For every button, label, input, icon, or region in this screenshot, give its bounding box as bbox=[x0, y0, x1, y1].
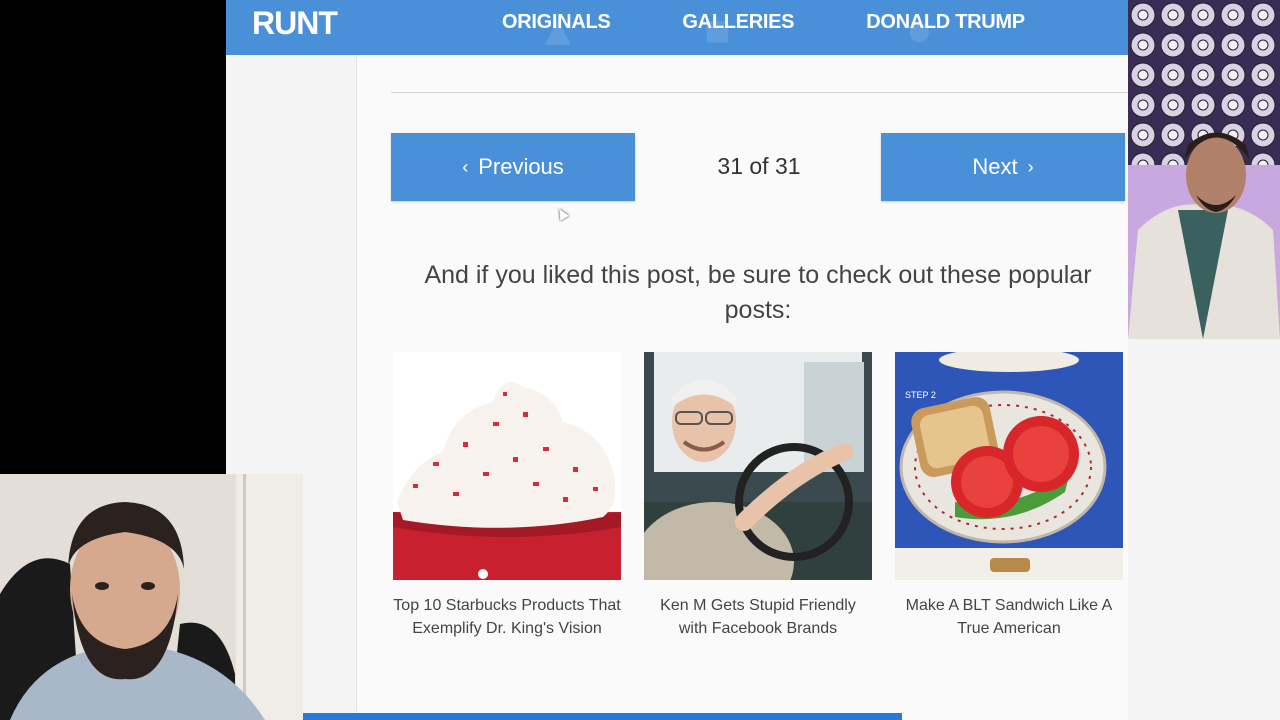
page-right-margin bbox=[1128, 339, 1280, 720]
popular-posts-heading: And if you liked this post, be sure to c… bbox=[424, 261, 1092, 324]
chevron-right-icon: › bbox=[1027, 156, 1034, 177]
starbucks-drink-image bbox=[393, 352, 621, 580]
mouse-cursor-icon bbox=[554, 206, 570, 221]
webcam-person-icon bbox=[1128, 0, 1280, 339]
webcam-person-icon bbox=[0, 474, 303, 720]
popular-post-card[interactable]: Ken M Gets Stupid Friendly with Facebook… bbox=[644, 352, 872, 640]
next-button-label: Next bbox=[972, 154, 1018, 179]
post-thumbnail-ken-m[interactable] bbox=[644, 352, 872, 580]
popular-post-card[interactable]: Top 10 Starbucks Products That Exemplify… bbox=[393, 352, 621, 640]
post-caption[interactable]: Make A BLT Sandwich Like A True American bbox=[895, 594, 1123, 640]
nav-links: ORIGINALS GALLERIES DONALD TRUMP bbox=[502, 11, 1025, 34]
popular-post-card[interactable]: STEP 2 Make A BLT Sandwich Like A True A… bbox=[895, 352, 1123, 640]
nav-link-galleries[interactable]: GALLERIES bbox=[682, 11, 794, 34]
post-thumbnail-blt[interactable]: STEP 2 bbox=[895, 352, 1123, 580]
next-button[interactable]: Next › bbox=[881, 133, 1125, 201]
step-badge: STEP 2 bbox=[905, 390, 936, 400]
webcam-overlay-top bbox=[1128, 0, 1280, 339]
nav-link-originals[interactable]: ORIGINALS bbox=[502, 11, 611, 34]
post-thumbnail-starbucks[interactable] bbox=[393, 352, 621, 580]
main-content: ‹ Previous 31 of 31 Next › And if you li… bbox=[356, 55, 1128, 720]
post-caption[interactable]: Top 10 Starbucks Products That Exemplify… bbox=[393, 594, 621, 640]
site-logo[interactable]: RUNT bbox=[252, 5, 338, 42]
previous-button[interactable]: ‹ Previous bbox=[391, 133, 635, 201]
top-nav-bar: RUNT ▲ ■ ● ORIGINALS GALLERIES DONALD TR… bbox=[226, 0, 1128, 55]
webcam-overlay-bottom bbox=[0, 474, 303, 720]
previous-button-label: Previous bbox=[478, 154, 564, 179]
nav-link-donald-trump[interactable]: DONALD TRUMP bbox=[866, 11, 1025, 34]
blt-sandwich-image: STEP 2 bbox=[895, 352, 1123, 580]
post-caption[interactable]: Ken M Gets Stupid Friendly with Facebook… bbox=[644, 594, 872, 640]
browser-page: RUNT ▲ ■ ● ORIGINALS GALLERIES DONALD TR… bbox=[226, 0, 1128, 720]
old-man-driving-image bbox=[644, 352, 872, 580]
chevron-left-icon: ‹ bbox=[462, 156, 469, 177]
page-counter: 31 of 31 bbox=[717, 153, 801, 179]
divider bbox=[391, 92, 1128, 93]
